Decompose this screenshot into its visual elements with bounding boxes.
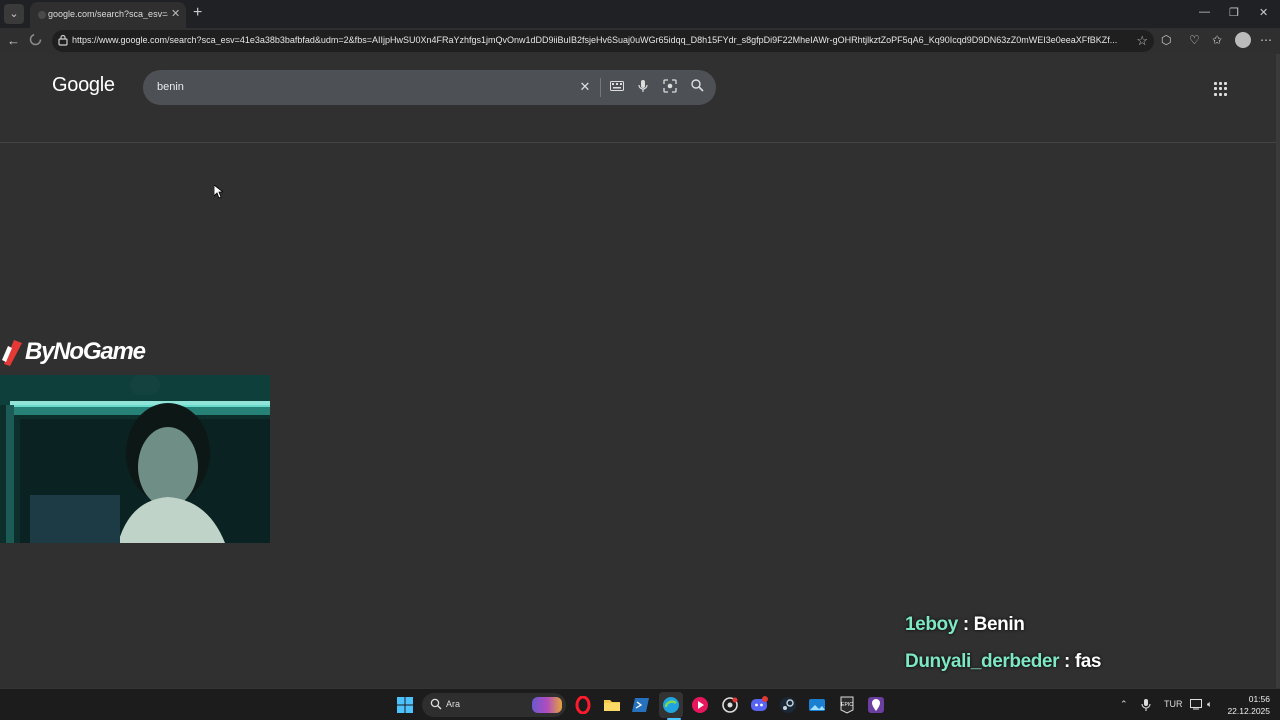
address-bar[interactable]: https://www.google.com/search?sca_esv=41… bbox=[52, 30, 1154, 52]
webcam-image bbox=[0, 375, 270, 543]
steam-icon[interactable] bbox=[779, 696, 797, 714]
windows-taskbar: Ara EPIC ⌃ TUR 🔈︎ 01:56 22.12.2025 bbox=[0, 688, 1280, 720]
google-results-page: Google benin ✕ ByNoGame bbox=[0, 54, 1280, 688]
webcam-feed bbox=[0, 375, 270, 543]
discord-icon[interactable] bbox=[750, 696, 768, 714]
close-icon[interactable]: ✕ bbox=[171, 7, 180, 20]
network-icon[interactable] bbox=[1190, 699, 1202, 710]
mouse-cursor-icon bbox=[214, 185, 223, 199]
url-text: https://www.google.com/search?sca_esv=41… bbox=[72, 35, 1118, 45]
file-explorer-icon[interactable] bbox=[603, 696, 621, 714]
lens-icon[interactable] bbox=[662, 79, 678, 95]
apps-grid-icon[interactable] bbox=[1214, 82, 1228, 96]
site-info-icon[interactable] bbox=[58, 34, 68, 46]
search-highlight-icon bbox=[532, 697, 562, 713]
search-divider bbox=[600, 78, 601, 97]
browser-essentials-icon[interactable]: ♡ bbox=[1189, 33, 1200, 47]
search-query: benin bbox=[157, 81, 184, 93]
loading-icon[interactable] bbox=[29, 33, 42, 49]
epic-games-icon[interactable]: EPIC bbox=[838, 696, 856, 714]
tab-title: google.com/search?sca_esv=41e3 bbox=[48, 9, 168, 19]
tab-favicon bbox=[38, 11, 46, 19]
search-input[interactable]: benin ✕ bbox=[143, 70, 716, 105]
windows-start-icon[interactable] bbox=[396, 696, 414, 714]
extensions-icon[interactable]: ⬡ bbox=[1161, 33, 1171, 47]
clock-time: 01:56 bbox=[1248, 694, 1270, 704]
header-divider bbox=[0, 142, 1276, 143]
powershell-icon[interactable] bbox=[632, 696, 650, 714]
more-icon[interactable]: ⋯ bbox=[1260, 33, 1272, 47]
maps-icon[interactable] bbox=[867, 696, 885, 714]
favorite-star-icon[interactable]: ☆ bbox=[1136, 33, 1148, 49]
search-icon[interactable] bbox=[689, 79, 705, 95]
media-player-icon[interactable] bbox=[691, 696, 709, 714]
brand-logo-icon bbox=[2, 340, 22, 366]
chat-line: Dunyali_derbeder : fas bbox=[905, 651, 1101, 673]
profile-icon[interactable] bbox=[1235, 32, 1251, 48]
brand-name: ByNoGame bbox=[25, 338, 146, 365]
opera-icon[interactable] bbox=[574, 696, 592, 714]
taskbar-clock[interactable]: 01:56 22.12.2025 bbox=[1224, 693, 1270, 717]
plus-icon[interactable]: + bbox=[193, 4, 202, 22]
address-toolbar: ← https://www.google.com/search?sca_esv=… bbox=[0, 28, 1280, 54]
svg-text:EPIC: EPIC bbox=[841, 702, 853, 708]
language-indicator[interactable]: TUR bbox=[1164, 699, 1183, 709]
chat-message: Benin bbox=[973, 614, 1025, 635]
chat-username: 1eboy bbox=[905, 614, 958, 635]
chat-message: fas bbox=[1074, 651, 1102, 672]
page-scrollbar[interactable] bbox=[1276, 54, 1280, 688]
taskbar-search-placeholder: Ara bbox=[446, 699, 461, 709]
favorites-icon[interactable]: ✩ bbox=[1212, 33, 1222, 47]
clock-date: 22.12.2025 bbox=[1227, 706, 1270, 716]
minimize-icon[interactable]: — bbox=[1199, 6, 1210, 18]
microphone-tray-icon[interactable] bbox=[1141, 698, 1151, 712]
chat-separator: : bbox=[1064, 651, 1070, 672]
back-icon[interactable]: ← bbox=[7, 33, 20, 48]
tray-overflow-icon[interactable]: ⌃ bbox=[1120, 699, 1128, 710]
restore-icon[interactable]: ❐ bbox=[1229, 6, 1239, 19]
edge-icon[interactable] bbox=[662, 696, 680, 714]
clear-icon[interactable]: ✕ bbox=[577, 79, 593, 95]
chat-username: Dunyali_derbeder bbox=[905, 651, 1060, 672]
volume-icon[interactable]: 🔈︎ bbox=[1207, 699, 1212, 710]
chat-separator: : bbox=[962, 614, 969, 635]
microphone-icon[interactable] bbox=[635, 79, 651, 95]
close-icon[interactable]: ✕ bbox=[1259, 6, 1268, 19]
browser-tab[interactable]: google.com/search?sca_esv=41e3 ✕ bbox=[30, 2, 186, 28]
chevron-down-icon[interactable]: ⌄ bbox=[4, 4, 24, 24]
google-logo[interactable]: Google bbox=[52, 74, 115, 97]
browser-tab-bar: ⌄ google.com/search?sca_esv=41e3 ✕ + — ❐… bbox=[0, 0, 1280, 28]
search-icon bbox=[430, 698, 442, 710]
photos-icon[interactable] bbox=[808, 696, 826, 714]
keyboard-icon[interactable] bbox=[609, 79, 625, 95]
app-icon[interactable] bbox=[721, 696, 739, 714]
taskbar-search[interactable]: Ara bbox=[422, 693, 566, 717]
chat-line: 1eboy : Benin bbox=[905, 614, 1025, 636]
